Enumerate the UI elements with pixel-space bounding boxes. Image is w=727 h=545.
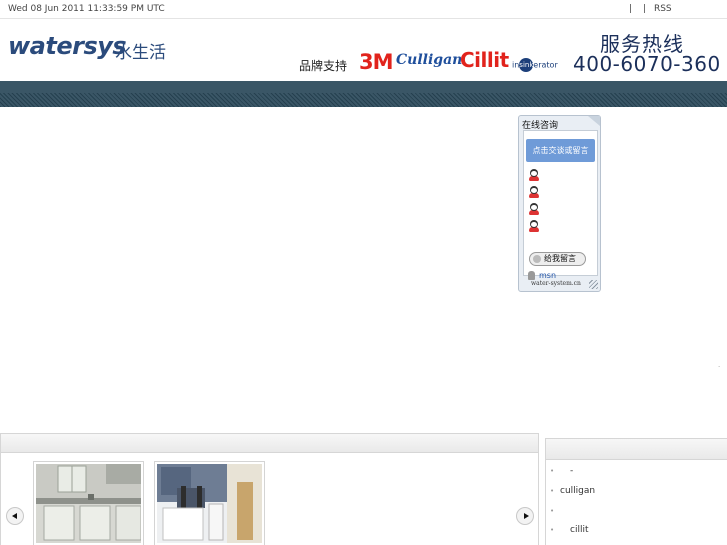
brand-insink-prefix: in bbox=[512, 60, 520, 70]
leave-message-label: 给我留言 bbox=[544, 254, 576, 263]
list-item[interactable]: • bbox=[550, 506, 560, 516]
list-item[interactable]: • culligan bbox=[550, 486, 595, 496]
water-equipment-photo bbox=[157, 464, 262, 543]
gallery-thumb-kitchen[interactable] bbox=[33, 461, 144, 545]
widget-fold-corner bbox=[588, 116, 600, 126]
brand-logo-cillit[interactable]: Cillit bbox=[460, 48, 509, 72]
gallery-thumb-equipment[interactable] bbox=[154, 461, 265, 545]
product-gallery bbox=[0, 433, 539, 545]
list-item[interactable]: • - bbox=[550, 466, 573, 476]
top-separator: | bbox=[642, 4, 646, 14]
brand-logo-insinkerator[interactable]: insinkerator bbox=[512, 58, 558, 72]
qq-penguin-icon[interactable] bbox=[528, 169, 540, 181]
brand-logo-culligan[interactable]: Culligan bbox=[396, 52, 462, 68]
hotline-number: 400-6070-360 bbox=[573, 52, 721, 76]
resize-grip-icon[interactable] bbox=[589, 280, 598, 289]
rss-link[interactable]: RSS bbox=[654, 4, 672, 14]
list-item[interactable]: • cillit bbox=[550, 525, 588, 535]
consult-panel: 点击交谈或留言 给我留言 msn bbox=[523, 130, 598, 280]
msn-label: msn bbox=[539, 271, 557, 280]
brand-insink-dot: sink bbox=[519, 58, 533, 72]
arrow-right-icon[interactable] bbox=[516, 507, 534, 525]
nav-band-top bbox=[0, 81, 727, 93]
current-date: Wed 08 Jun 2011 11:33:59 PM UTC bbox=[8, 4, 165, 14]
widget-footer-domain: water-system.cn bbox=[531, 280, 581, 287]
top-separator: | bbox=[629, 4, 633, 14]
msn-contact[interactable]: msn bbox=[528, 271, 556, 280]
qq-penguin-icon[interactable] bbox=[528, 186, 540, 198]
link-list-header bbox=[546, 439, 727, 460]
message-icon bbox=[533, 255, 541, 263]
brand-support-label: 品牌支持 bbox=[299, 59, 348, 73]
site-header: watersys 水生活 品牌支持 3M Culligan Cillit ins… bbox=[0, 19, 727, 81]
brand-insink-suffix: erator bbox=[533, 60, 558, 70]
brand-link-list: • - • culligan • • cillit bbox=[545, 438, 727, 545]
leave-message-button[interactable]: 给我留言 bbox=[529, 252, 586, 266]
qq-penguin-icon[interactable] bbox=[528, 220, 540, 232]
chat-or-leave-message-button[interactable]: 点击交谈或留言 bbox=[526, 139, 595, 162]
arrow-left-icon[interactable] bbox=[6, 507, 24, 525]
brand-logo-3m[interactable]: 3M bbox=[359, 50, 394, 74]
gallery-header bbox=[1, 434, 538, 453]
site-logo[interactable]: watersys bbox=[8, 32, 127, 60]
top-bar: Wed 08 Jun 2011 11:33:59 PM UTC | | RSS bbox=[0, 0, 727, 19]
nav-band bbox=[0, 81, 727, 107]
site-logo-chinese[interactable]: 水生活 bbox=[115, 38, 166, 63]
top-links: | | RSS bbox=[629, 4, 672, 14]
online-consult-widget: 在线咨询 点击交谈或留言 给我留言 msn water-system.cn bbox=[518, 115, 601, 292]
kitchen-sink-photo bbox=[36, 464, 141, 543]
nav-band-pattern bbox=[0, 93, 727, 107]
msn-person-icon bbox=[528, 271, 535, 280]
qq-penguin-icon[interactable] bbox=[528, 203, 540, 215]
stray-dot: · bbox=[718, 363, 721, 371]
